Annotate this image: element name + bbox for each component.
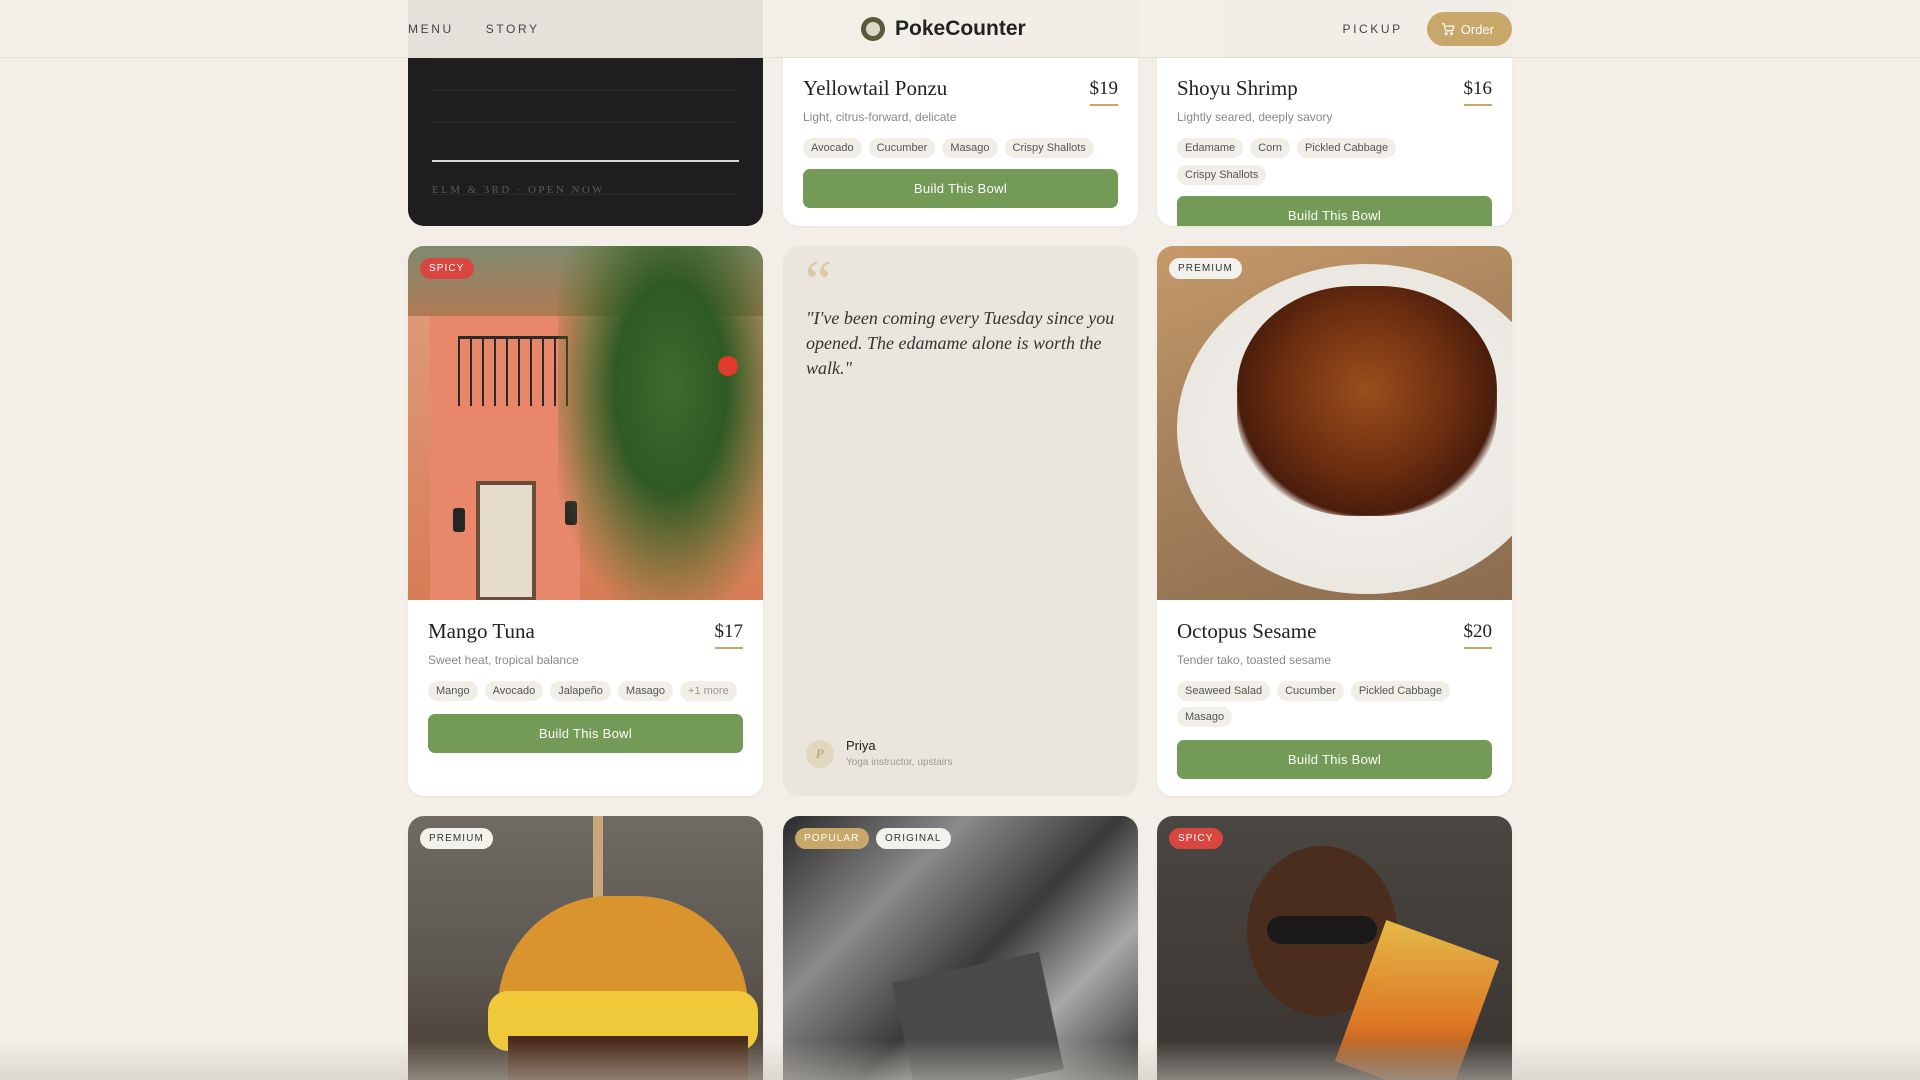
spicy-badge: SPICY	[1169, 828, 1223, 849]
ingredient-tags: Avocado Cucumber Masago Crispy Shallots	[803, 138, 1118, 158]
menu-card-mango-tuna: SPICY Mango Tuna $17 Sweet heat, tropica…	[408, 246, 763, 796]
cart-icon	[1441, 23, 1455, 36]
card-title: Shoyu Shrimp	[1177, 76, 1298, 100]
divider	[432, 122, 739, 123]
build-bowl-button[interactable]: Build This Bowl	[803, 169, 1118, 208]
ingredient-tag: Edamame	[1177, 138, 1244, 158]
ingredient-tag: Crispy Shallots	[1004, 138, 1094, 158]
card-title: Mango Tuna	[428, 619, 535, 643]
ingredient-tag: Pickled Cabbage	[1296, 138, 1397, 158]
divider	[432, 194, 739, 195]
build-bowl-button[interactable]: Build This Bowl	[1177, 196, 1492, 226]
ingredient-tag: Avocado	[803, 138, 862, 158]
card-body: Yellowtail Ponzu $19 Light, citrus-forwa…	[803, 76, 1118, 208]
quote-icon: “	[805, 249, 832, 315]
testimonial-quote: "I've been coming every Tuesday since yo…	[806, 308, 1115, 378]
card-subtitle: Sweet heat, tropical balance	[428, 653, 579, 667]
card-price: $16	[1463, 78, 1492, 106]
ingredient-tag: Mango	[428, 681, 478, 701]
popular-badge: POPULAR	[795, 828, 869, 849]
ingredient-tag: Jalapeño	[550, 681, 611, 701]
card-title: Octopus Sesame	[1177, 619, 1317, 643]
card-title: Yellowtail Ponzu	[803, 76, 948, 100]
ingredient-tag: Cucumber	[868, 138, 936, 158]
premium-badge: PREMIUM	[420, 828, 493, 849]
brand-logo-icon	[861, 17, 885, 41]
nav-pickup-link[interactable]: PICKUP	[1342, 22, 1402, 36]
brand[interactable]: PokeCounter	[861, 0, 1026, 58]
ingredient-tag: Cucumber	[1277, 681, 1344, 701]
ingredient-tags: Edamame Corn Pickled Cabbage Crispy Shal…	[1177, 138, 1492, 185]
ingredient-tags: Mango Avocado Jalapeño Masago +1 more	[428, 681, 743, 701]
card-subtitle: Tender tako, toasted sesame	[1177, 653, 1332, 667]
testimonial-name: Priya	[846, 738, 876, 753]
order-button[interactable]: Order	[1426, 12, 1512, 46]
testimonial-role: Yoga instructor, upstairs	[846, 757, 953, 768]
menu-card-octopus: PREMIUM Octopus Sesame $20 Tender tako, …	[1157, 246, 1512, 796]
ingredient-tags: Seaweed Salad Cucumber Pickled Cabbage M…	[1177, 681, 1492, 727]
ingredient-tag: Masago	[942, 138, 998, 158]
build-bowl-button[interactable]: Build This Bowl	[1177, 740, 1492, 779]
card-body: Shoyu Shrimp $16 Lightly seared, deeply …	[1177, 76, 1492, 226]
nav-story-link[interactable]: STORY	[486, 22, 540, 36]
top-nav: MENU STORY PokeCounter PICKUP Order	[0, 0, 1920, 58]
card-price: $19	[1089, 78, 1118, 106]
ingredient-tag: Crispy Shallots	[1177, 165, 1267, 185]
nav-menu-link[interactable]: MENU	[408, 22, 454, 36]
card-image	[408, 246, 763, 600]
nav-right: PICKUP Order	[1342, 0, 1512, 58]
testimonial-card: “ "I've been coming every Tuesday since …	[783, 246, 1138, 796]
ingredient-tag: Pickled Cabbage	[1350, 681, 1450, 701]
ingredient-tag: Masago	[617, 681, 674, 701]
divider	[432, 58, 739, 59]
location-rule	[432, 160, 739, 162]
ingredient-tag: Corn	[1250, 138, 1290, 158]
brand-name: PokeCounter	[895, 17, 1026, 40]
build-bowl-button[interactable]: Build This Bowl	[428, 714, 743, 753]
original-badge: ORIGINAL	[876, 828, 951, 849]
nav-left: MENU STORY	[408, 0, 540, 58]
ingredient-tag: Masago	[1177, 707, 1233, 727]
order-button-label: Order	[1460, 21, 1494, 37]
premium-badge: PREMIUM	[1169, 258, 1242, 279]
divider	[432, 90, 739, 91]
spicy-badge: SPICY	[420, 258, 474, 279]
card-subtitle: Light, citrus-forward, delicate	[803, 110, 957, 124]
ingredient-tag: Seaweed Salad	[1177, 681, 1271, 701]
ingredient-tag: Avocado	[484, 681, 544, 701]
avatar: P	[806, 740, 834, 768]
card-image	[1157, 246, 1512, 600]
card-price: $17	[714, 621, 743, 649]
card-price: $20	[1463, 621, 1492, 649]
card-body: Octopus Sesame $20 Tender tako, toasted …	[1177, 619, 1492, 779]
card-subtitle: Lightly seared, deeply savory	[1177, 110, 1333, 124]
card-body: Mango Tuna $17 Sweet heat, tropical bala…	[428, 619, 743, 753]
more-tags-chip[interactable]: +1 more	[680, 681, 737, 701]
bottom-fade	[0, 1040, 1920, 1080]
